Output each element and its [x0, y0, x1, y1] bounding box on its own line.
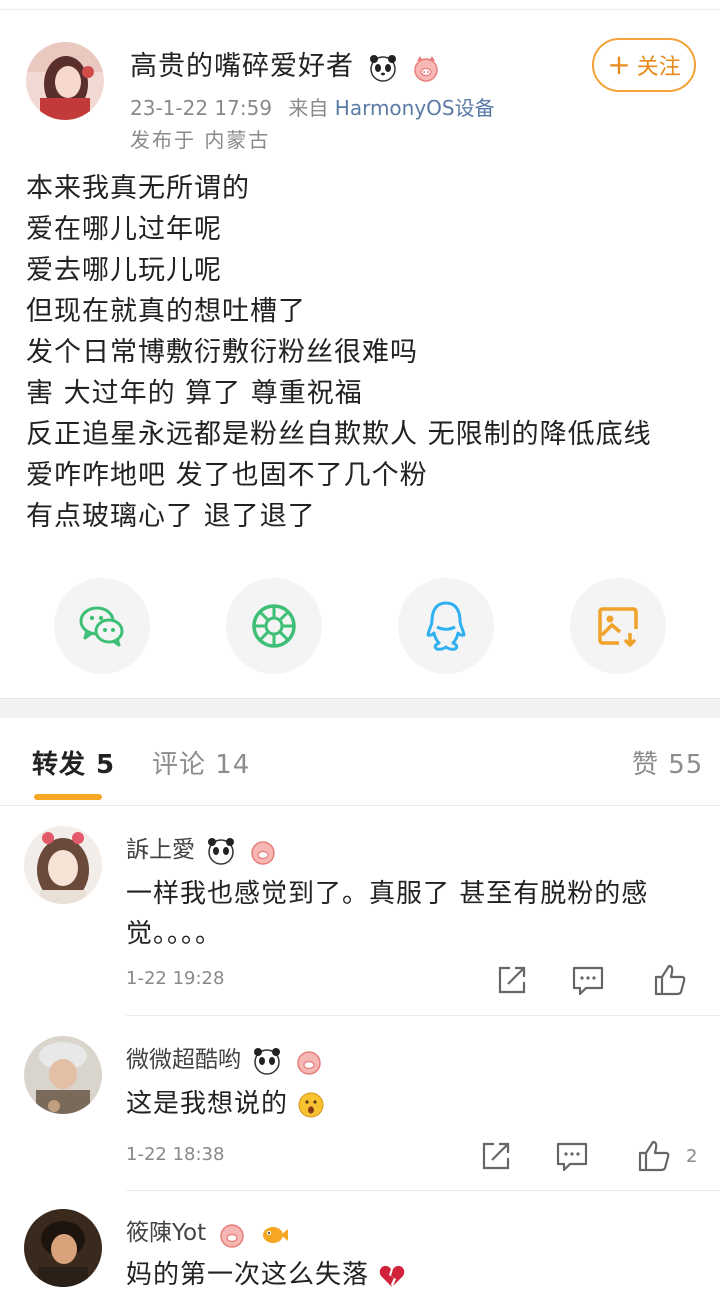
tab-likes[interactable]: 赞 55	[632, 744, 703, 781]
post-line: 反正追星永远都是粉丝自欺欺人 无限制的降低底线	[26, 419, 652, 450]
post-time: 23-1-22 17:59	[130, 96, 273, 120]
post-line: 发个日常博敷衍敷衍粉丝很难吗	[26, 337, 418, 368]
broken-heart-icon	[379, 1265, 405, 1287]
share-row	[0, 578, 720, 674]
panda-badge-icon	[369, 54, 396, 82]
share-wechat-button[interactable]	[54, 578, 150, 674]
post-device[interactable]: HarmonyOS设备	[335, 96, 495, 120]
comment-text: 这是我想说的	[126, 1084, 686, 1124]
tab-comments[interactable]: 评论 14	[152, 744, 250, 781]
commenter-name-text[interactable]: 訴上愛	[126, 837, 195, 863]
author-avatar[interactable]	[26, 42, 104, 120]
follow-label: 关注	[636, 55, 681, 80]
panda-badge-icon	[208, 837, 235, 865]
top-edge	[0, 0, 720, 10]
qq-icon	[426, 601, 466, 651]
wechat-icon	[79, 606, 124, 647]
post-meta: 23-1-22 17:59 来自 HarmonyOS设备	[130, 92, 495, 121]
save-image-icon	[598, 607, 638, 647]
post-line: 害 大过年的 算了 尊重祝福	[26, 378, 363, 409]
comment-text: 妈的第一次这么失落	[126, 1255, 686, 1295]
post-header: 高贵的嘴碎爱好者 23-1-22 17:59 来自 HarmonyOS设备 发布…	[0, 30, 720, 160]
follow-button[interactable]: + 关注	[592, 38, 696, 92]
comment-item: 微微超酷哟 这是我想说的 1-22 18:38 2	[0, 1016, 720, 1191]
interaction-tabs: 转发 5 评论 14 赞 55	[0, 718, 720, 806]
post-body: 本来我真无所谓的 爱在哪儿过年呢 爱去哪儿玩儿呢 但现在就真的想吐槽了 发个日常…	[26, 168, 706, 537]
post-line: 但现在就真的想吐槽了	[26, 296, 306, 327]
comment-text: 一样我也感觉到了。真服了 甚至有脱粉的感觉。。。。	[126, 879, 649, 949]
moments-icon	[252, 604, 296, 648]
repost-icon[interactable]	[478, 1138, 514, 1174]
post-line: 爱去哪儿玩儿呢	[26, 255, 222, 286]
pig-badge-icon	[296, 1050, 321, 1075]
post-line: 爱咋咋地吧 发了也固不了几个粉	[26, 460, 428, 491]
share-moments-button[interactable]	[226, 578, 322, 674]
commenter-name-text[interactable]: 筱陳Yot	[126, 1220, 206, 1246]
pig-badge-icon	[220, 1223, 245, 1248]
repost-icon[interactable]	[494, 962, 530, 998]
author-name[interactable]: 高贵的嘴碎爱好者	[130, 44, 441, 83]
surprised-emoji-icon	[298, 1092, 324, 1117]
save-image-button[interactable]	[570, 578, 666, 674]
panda-badge-icon	[254, 1047, 281, 1075]
like-icon[interactable]	[636, 1138, 672, 1174]
author-name-text[interactable]: 高贵的嘴碎爱好者	[130, 51, 354, 82]
commenter-avatar[interactable]	[24, 1209, 102, 1287]
post-line: 本来我真无所谓的	[26, 173, 250, 204]
comment-actions	[0, 962, 720, 1002]
commenter-name[interactable]: 微微超酷哟	[126, 1040, 324, 1076]
pig-badge-icon	[250, 840, 275, 865]
post-location: 发布于 内蒙古	[130, 128, 271, 152]
reply-icon[interactable]	[570, 962, 606, 998]
commenter-avatar[interactable]	[24, 1036, 102, 1114]
active-tab-indicator	[34, 794, 102, 800]
pig-badge-icon	[414, 55, 438, 82]
like-icon[interactable]	[652, 962, 688, 998]
reply-icon[interactable]	[554, 1138, 590, 1174]
comment-item: 訴上愛 一样我也感觉到了。真服了 甚至有脱粉的感觉。。。。 1-22 19:28	[0, 806, 720, 1016]
commenter-avatar[interactable]	[24, 826, 102, 904]
fish-badge-icon	[262, 1226, 288, 1243]
like-count: 2	[686, 1146, 698, 1167]
share-qq-button[interactable]	[398, 578, 494, 674]
post-line: 爱在哪儿过年呢	[26, 214, 222, 245]
commenter-name[interactable]: 訴上愛	[126, 830, 278, 866]
comment-text-content: 妈的第一次这么失落	[126, 1260, 370, 1290]
commenter-name[interactable]: 筱陳Yot	[126, 1213, 289, 1249]
plus-icon: +	[607, 48, 631, 81]
commenter-name-text[interactable]: 微微超酷哟	[126, 1047, 241, 1073]
via-prefix: 来自	[288, 96, 329, 120]
comment-text-content: 这是我想说的	[126, 1089, 289, 1119]
comment-actions: 2	[0, 1138, 720, 1178]
comment-item: 筱陳Yot 妈的第一次这么失落	[0, 1191, 720, 1309]
tab-repost[interactable]: 转发 5	[32, 744, 115, 781]
post-line: 有点玻璃心了 退了退了	[26, 501, 316, 532]
section-divider	[0, 698, 720, 718]
